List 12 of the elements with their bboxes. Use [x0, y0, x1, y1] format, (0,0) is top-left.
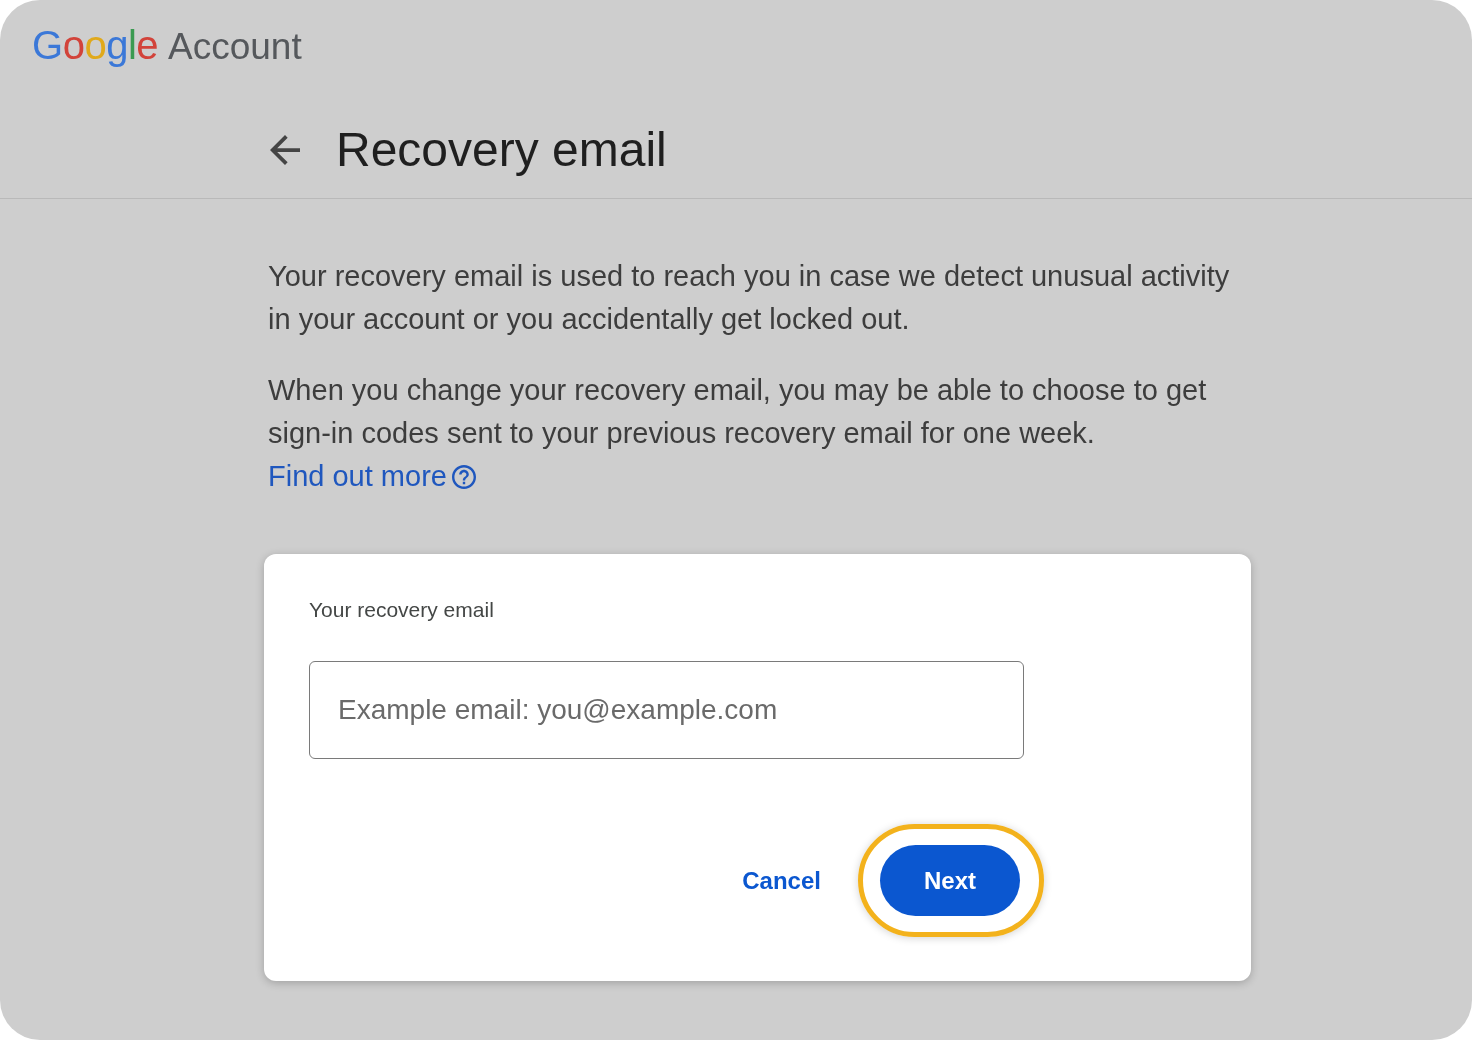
- field-label: Your recovery email: [309, 598, 494, 622]
- page-title: Recovery email: [336, 122, 667, 178]
- description-text: When you change your recovery email, you may be able to choose to get sign-in codes sent to your previous recovery email for one week. Find out more: [268, 369, 1240, 498]
- product-name: Account: [168, 26, 302, 68]
- email-input-field[interactable]: Example email: you@example.com: [309, 661, 1024, 759]
- logo-wordmark: Google: [32, 22, 158, 68]
- description-text: Your recovery email is used to reach you in case we detect unusual activity in your account or you accidentally get locked out.: [268, 259, 1231, 337]
- text-button[interactable]: Cancel: [730, 855, 833, 906]
- primary-button[interactable]: Next: [879, 845, 1020, 916]
- find-out-more-link[interactable]: Find out more: [268, 455, 476, 498]
- back-arrow-icon[interactable]: [270, 135, 300, 165]
- help-icon[interactable]: [451, 464, 476, 489]
